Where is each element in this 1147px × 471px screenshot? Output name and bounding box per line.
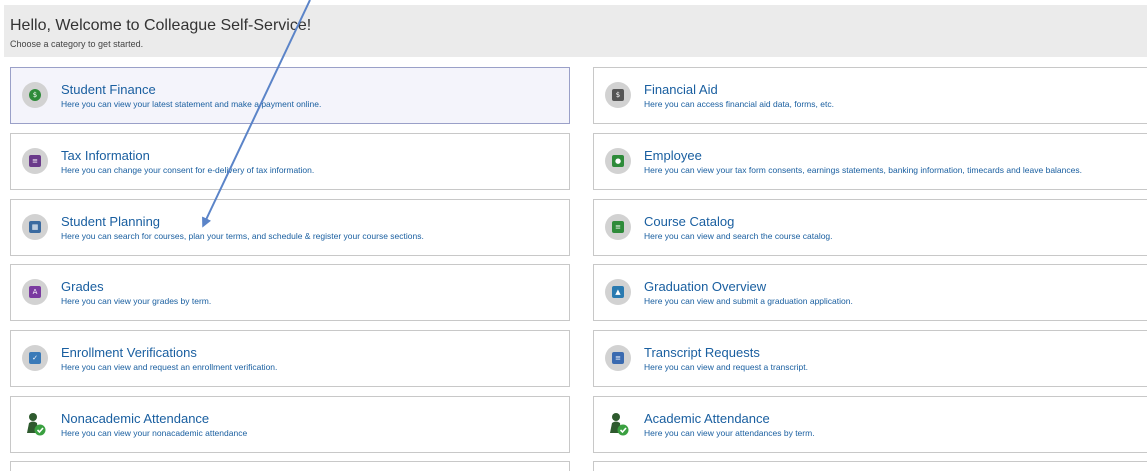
- icon-badge: ≡: [605, 214, 631, 240]
- category-card-employee[interactable]: ● Employee Here you can view your tax form…: [593, 133, 1147, 190]
- category-card-transcript-requests[interactable]: ≡ Transcript Requests Here you can view an…: [593, 330, 1147, 387]
- category-description: Here you can view your nonacademic atten…: [61, 428, 248, 438]
- employee-badge-icon: ●: [612, 155, 624, 167]
- category-title[interactable]: Nonacademic Attendance: [61, 411, 209, 426]
- category-title[interactable]: Graduation Overview: [644, 279, 766, 294]
- category-card-nonacademic-attendance[interactable]: Nonacademic Attendance Here you can view …: [10, 396, 570, 453]
- category-card-financial-aid[interactable]: $ Financial Aid Here you can access financ…: [593, 67, 1147, 124]
- attendance-person-icon: [22, 411, 48, 437]
- category-description: Here you can view and request a transcri…: [644, 362, 808, 372]
- category-description: Here you can view and submit a graduatio…: [644, 296, 853, 306]
- category-title[interactable]: Student Planning: [61, 214, 160, 229]
- icon-badge: ✓: [22, 345, 48, 371]
- icon-badge: ▲: [605, 279, 631, 305]
- category-description: Here you can view your grades by term.: [61, 296, 212, 306]
- category-card-grades[interactable]: A Grades Here you can view your grades by …: [10, 264, 570, 321]
- category-title[interactable]: Enrollment Verifications: [61, 345, 197, 360]
- money-icon: $: [29, 89, 41, 101]
- category-card-student-planning[interactable]: ▦ Student Planning Here you can search for…: [10, 199, 570, 256]
- graduation-cap-icon: ▲: [612, 286, 624, 298]
- category-card-academic-attendance[interactable]: Academic Attendance Here you can view you…: [593, 396, 1147, 453]
- category-description: Here you can view your tax form consents…: [644, 165, 1082, 175]
- page-subtitle: Choose a category to get started.: [10, 39, 144, 49]
- verification-icon: ✓: [29, 352, 41, 364]
- category-card-student-finance[interactable]: $ Student Finance Here you can view your l…: [10, 67, 570, 124]
- attendance-person-icon: [605, 411, 631, 437]
- category-description: Here you can view and search the course …: [644, 231, 833, 241]
- category-description: Here you can access financial aid data, …: [644, 99, 834, 109]
- category-title[interactable]: Transcript Requests: [644, 345, 760, 360]
- welcome-header: Hello, Welcome to Colleague Self-Service…: [4, 5, 1147, 57]
- page-title: Hello, Welcome to Colleague Self-Service…: [10, 17, 312, 34]
- icon-badge: ●: [605, 148, 631, 174]
- category-card-enrollment-verifications[interactable]: ✓ Enrollment Verifications Here you can vi…: [10, 330, 570, 387]
- category-description: Here you can view your latest statement …: [61, 99, 322, 109]
- category-description: Here you can view your attendances by te…: [644, 428, 815, 438]
- icon-badge: ≡: [22, 148, 48, 174]
- category-card-course-catalog[interactable]: ≡ Course Catalog Here you can view and sea…: [593, 199, 1147, 256]
- grades-icon: A: [29, 286, 41, 298]
- icon-badge: A: [22, 279, 48, 305]
- icon-badge: $: [22, 82, 48, 108]
- category-title[interactable]: Tax Information: [61, 148, 150, 163]
- category-title[interactable]: Employee: [644, 148, 702, 163]
- category-title[interactable]: Grades: [61, 279, 104, 294]
- card-partial-left[interactable]: [10, 461, 570, 471]
- category-title[interactable]: Financial Aid: [644, 82, 718, 97]
- calendar-plan-icon: ▦: [29, 221, 41, 233]
- icon-badge: $: [605, 82, 631, 108]
- category-title[interactable]: Academic Attendance: [644, 411, 770, 426]
- dollar-bill-icon: $: [612, 89, 624, 101]
- category-description: Here you can change your consent for e-d…: [61, 165, 315, 175]
- category-card-graduation-overview[interactable]: ▲ Graduation Overview Here you can view an…: [593, 264, 1147, 321]
- catalog-book-icon: ≡: [612, 221, 624, 233]
- category-description: Here you can search for courses, plan yo…: [61, 231, 424, 241]
- icon-badge: ≡: [605, 345, 631, 371]
- transcript-icon: ≡: [612, 352, 624, 364]
- card-partial-right[interactable]: [593, 461, 1147, 471]
- category-title[interactable]: Student Finance: [61, 82, 156, 97]
- category-card-tax-information[interactable]: ≡ Tax Information Here you can change your…: [10, 133, 570, 190]
- icon-badge: ▦: [22, 214, 48, 240]
- category-title[interactable]: Course Catalog: [644, 214, 734, 229]
- tax-form-icon: ≡: [29, 155, 41, 167]
- category-description: Here you can view and request an enrollm…: [61, 362, 278, 372]
